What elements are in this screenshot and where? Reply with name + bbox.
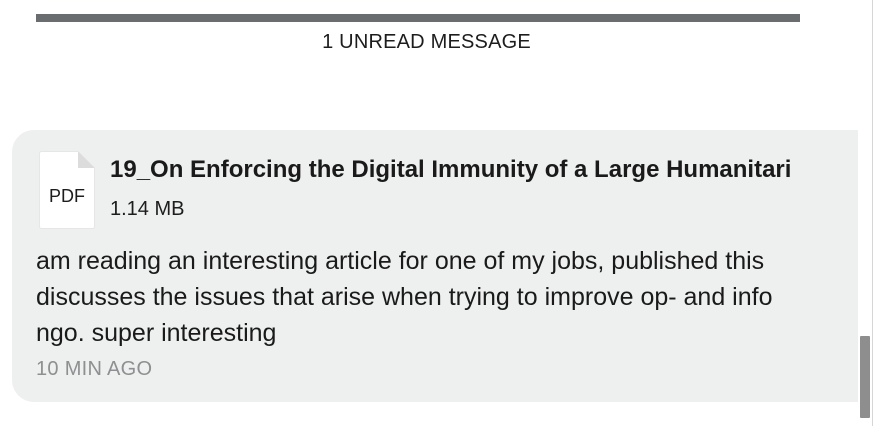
message-content: PDF 19_On Enforcing the Digital Immunity… [12,130,857,402]
unread-divider-bar [36,14,800,22]
message-text: am reading an interesting article for on… [36,243,857,351]
message-timestamp: 10 MIN AGO [36,358,153,380]
attachment-file-name[interactable]: 19_On Enforcing the Digital Immunity of … [110,156,791,184]
pdf-type-label: PDF [49,186,85,206]
attachment-file-size: 1.14 MB [110,198,185,220]
scrollbar-thumb[interactable] [860,336,870,418]
message-text-line: discusses the issues that arise when try… [36,283,773,311]
scrollbar-edge [872,0,873,426]
unread-messages-label: 1 UNREAD MESSAGE [322,31,531,53]
chat-view: 1 UNREAD MESSAGE PDF 19_On Enforcing the… [0,0,876,426]
message-text-line: ngo. super interesting [36,319,277,347]
pdf-file-icon[interactable]: PDF [38,150,96,230]
message-bubble[interactable]: PDF 19_On Enforcing the Digital Immunity… [12,130,876,402]
file-attachment[interactable]: PDF 19_On Enforcing the Digital Immunity… [38,150,857,230]
message-text-line: am reading an interesting article for on… [36,247,765,275]
